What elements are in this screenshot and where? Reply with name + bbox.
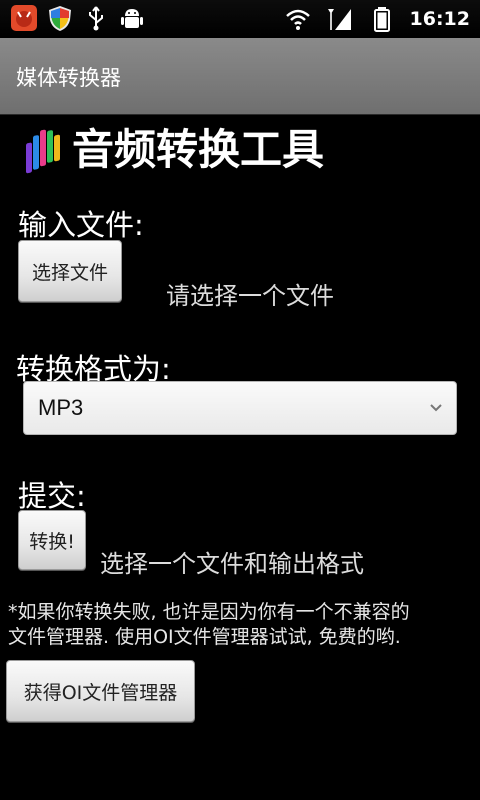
status-bar: 16:12	[0, 0, 480, 38]
input-file-label: 输入文件:	[18, 208, 144, 242]
note-line-2: 文件管理器. 使用OI文件管理器试试, 免费的哟.	[8, 626, 401, 648]
status-bar-left	[10, 4, 146, 32]
signal-icon	[326, 5, 354, 33]
wifi-icon	[284, 5, 312, 33]
window-title: 媒体转换器	[16, 66, 121, 90]
submit-label: 提交:	[18, 479, 86, 513]
submit-hint: 选择一个文件和输出格式	[100, 550, 364, 578]
app-notification-icon	[10, 4, 38, 32]
title-bar: 媒体转换器	[0, 38, 480, 115]
format-select[interactable]: MP3	[23, 381, 457, 435]
usb-icon	[82, 4, 110, 32]
status-clock: 16:12	[409, 8, 470, 30]
choose-file-button[interactable]: 选择文件	[18, 240, 122, 302]
choose-file-hint: 请选择一个文件	[166, 282, 334, 310]
compatibility-note: *如果你转换失败, 也许是因为你有一个不兼容的 文件管理器. 使用OI文件管理器…	[8, 600, 472, 650]
get-oi-file-manager-button[interactable]: 获得OI文件管理器	[6, 660, 195, 722]
format-select-value: MP3	[38, 395, 84, 420]
app-logo-icon	[24, 124, 62, 178]
note-line-1: *如果你转换失败, 也许是因为你有一个不兼容的	[8, 601, 410, 623]
app-heading: 音频转换工具	[72, 125, 325, 174]
battery-icon	[368, 5, 396, 33]
status-bar-right: 16:12	[284, 0, 470, 38]
convert-button[interactable]: 转换!	[18, 510, 86, 570]
chevron-down-icon	[428, 400, 444, 416]
android-debug-icon	[118, 4, 146, 32]
shield-icon	[46, 4, 74, 32]
